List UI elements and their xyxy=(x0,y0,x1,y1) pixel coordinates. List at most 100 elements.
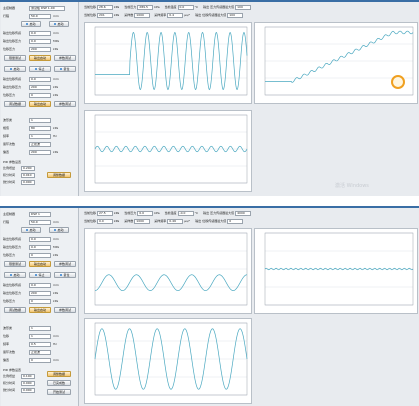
sensor-input[interactable]: 0.0 xyxy=(29,30,51,36)
param-row-1: 当前位移 28.6 kPa 当前压力 289.5 kPa 当前温度 0.0 °C 输出 压力… xyxy=(84,4,252,10)
adjust-data-button[interactable]: 调整数据 xyxy=(47,371,71,377)
limit-test-button[interactable]: 限量测试 xyxy=(4,55,26,61)
pid-input[interactable]: 0.100 xyxy=(21,373,35,379)
param-debug-button[interactable]: 参数调试 xyxy=(54,261,76,267)
start-button[interactable]: 启动 xyxy=(4,66,26,72)
pid-input[interactable]: 0.200 xyxy=(21,165,35,171)
power-icon xyxy=(54,229,57,231)
wave-type-select[interactable]: 正弦波 xyxy=(29,349,51,355)
wave-row: 幅值 80 kPa xyxy=(3,125,58,131)
wave-input[interactable]: 1 xyxy=(29,133,51,139)
sensor2-input[interactable]: 0 xyxy=(29,298,51,304)
pid-input[interactable]: 0.000 xyxy=(21,380,35,386)
start-test-button[interactable]: 开始测试 xyxy=(47,389,71,395)
stop-icon xyxy=(35,68,38,70)
start-button[interactable]: 启动 xyxy=(4,272,26,278)
param-debug-button-2[interactable]: 参数调试 xyxy=(54,101,76,107)
wave-input[interactable]: 0.5 xyxy=(29,341,51,347)
wave-unit: kPa xyxy=(53,150,59,154)
sensor2-row: 位移压力 0 kPa xyxy=(3,298,58,304)
param-value[interactable]: 201 xyxy=(97,12,114,18)
stroke-input[interactable]: 50.0 xyxy=(29,13,51,19)
wave-input[interactable]: 1 xyxy=(29,117,51,123)
sensor-input[interactable]: 0.0 xyxy=(29,244,51,250)
param-value[interactable]: 289.5 xyxy=(137,4,154,10)
sensor-input[interactable]: 200 xyxy=(29,46,51,52)
start-icon xyxy=(10,274,13,276)
start-button-1[interactable]: 启动 xyxy=(21,21,41,27)
param-label: 当前位移 xyxy=(84,219,97,223)
reset-button[interactable]: 复位 xyxy=(54,66,76,72)
sensor2-input[interactable]: 0.0 xyxy=(29,76,51,82)
param-value[interactable]: 0.0 xyxy=(137,210,154,216)
param-debug-button[interactable]: 参数调试 xyxy=(54,55,76,61)
param-value[interactable]: 0.4 xyxy=(167,12,184,18)
floating-badge-icon[interactable] xyxy=(391,75,405,89)
sensor2-unit: kPa xyxy=(53,85,59,89)
stop-button[interactable]: 停止 xyxy=(29,66,51,72)
param-unit: kPa xyxy=(114,13,120,17)
param-value[interactable]: 0.0 xyxy=(177,4,194,10)
stroke-input[interactable]: 50.0 xyxy=(29,219,51,225)
pid-input[interactable]: 0.000 xyxy=(21,179,35,185)
wave-input[interactable]: 1 xyxy=(29,333,51,339)
sensor2-label: 输出位移传感 xyxy=(3,77,22,81)
pid-input[interactable]: 0.010 xyxy=(21,172,35,178)
adjust-data-button[interactable]: 调整数据 xyxy=(47,172,71,178)
pid-row: 微分时间 0.000 xyxy=(3,179,35,185)
start-button-2[interactable]: 启动 xyxy=(49,21,69,27)
displacement-chart xyxy=(254,228,418,314)
sensor-input[interactable]: 0.0 xyxy=(29,236,51,242)
completed-count-button[interactable]: 已完成数 xyxy=(47,380,71,386)
wave-row: 循环次数 正弦波 xyxy=(3,141,51,147)
stop-button[interactable]: 停止 xyxy=(29,272,51,278)
output-start-button-2[interactable]: 输出启动 xyxy=(29,101,51,107)
control-panel: 主控制器 测试板 DSP 1.00 行程 50.0 mm 启动 启动 输出位移传… xyxy=(1,2,79,196)
sensor-row: 输出位移传感 0.0 mm xyxy=(3,30,59,36)
start-button-2-label: 启动 xyxy=(57,22,64,26)
output-start-button-2[interactable]: 输出启动 xyxy=(29,307,51,313)
param-debug-button-2[interactable]: 参数调试 xyxy=(54,307,76,313)
output-start-button[interactable]: 输出启动 xyxy=(29,55,51,61)
param-value[interactable]: 27.5 xyxy=(97,210,114,216)
pid-input[interactable]: 0.000 xyxy=(21,387,35,393)
start-button-2[interactable]: 启动 xyxy=(49,227,69,233)
controller-label: 主控制器 xyxy=(3,6,16,10)
wave-input[interactable]: 80 xyxy=(29,125,51,131)
controller-value[interactable]: 测试板 DSP 1.00 xyxy=(29,5,65,11)
wave-type-select[interactable]: 正弦波 xyxy=(29,141,51,147)
controller-value[interactable]: DSP 1 xyxy=(29,211,51,217)
param-value[interactable]: 100 xyxy=(235,4,252,10)
limit-test-button[interactable]: 限量测试 xyxy=(4,261,26,267)
sensor-input[interactable]: 0.0 xyxy=(29,38,51,44)
param-value[interactable]: 0.0 xyxy=(97,218,114,224)
sensor-unit: kPa xyxy=(53,253,59,257)
stop-icon xyxy=(35,274,38,276)
param-label: 当前温度 xyxy=(164,5,177,9)
sensor2-input[interactable]: 200 xyxy=(29,290,51,296)
debug-data-button[interactable]: 调试数据 xyxy=(4,307,26,313)
start-button-1[interactable]: 启动 xyxy=(21,227,41,233)
debug-data-button[interactable]: 调试数据 xyxy=(4,101,26,107)
param-value[interactable]: 0 xyxy=(227,218,244,224)
param-value[interactable]: 1000 xyxy=(134,12,151,18)
wave-input[interactable]: 1 xyxy=(29,325,51,331)
param-value[interactable]: -0.0 xyxy=(177,210,194,216)
param-unit: μs/° xyxy=(184,13,191,17)
wave-row: 位移 1 mm xyxy=(3,333,59,339)
param-value[interactable]: 0.46 xyxy=(167,218,184,224)
param-value[interactable]: 28.6 xyxy=(97,4,114,10)
param-value[interactable]: 4000 xyxy=(235,210,252,216)
stroke-label: 行程 xyxy=(3,14,10,18)
sensor2-input[interactable]: 0 xyxy=(29,92,51,98)
sensor2-input[interactable]: 0.0 xyxy=(29,282,51,288)
wave-input[interactable]: 200 xyxy=(29,149,51,155)
param-value[interactable]: 100 xyxy=(227,12,244,18)
wave-input[interactable]: 0 xyxy=(29,357,51,363)
output-start-button[interactable]: 输出启动 xyxy=(29,261,51,267)
reset-button[interactable]: 复位 xyxy=(54,272,76,278)
sensor2-input[interactable]: 200 xyxy=(29,84,51,90)
sensor-input[interactable]: 0 xyxy=(29,252,51,258)
param-value[interactable]: 1000 xyxy=(134,218,151,224)
pid-title: PID 参数设置 xyxy=(3,160,21,164)
